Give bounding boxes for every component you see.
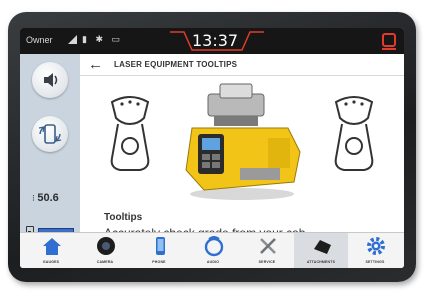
camera-icon (97, 237, 115, 255)
attachment-icon (314, 240, 331, 254)
nav-label-phone: PHONE (152, 260, 166, 264)
nav-item-phone[interactable]: PHONE (132, 233, 186, 268)
nav-item-camera[interactable]: CAMERA (78, 233, 132, 268)
laser-level-device-icon (185, 83, 301, 200)
brand-logo (382, 33, 396, 47)
tilt-icon: ⁝ (32, 193, 35, 203)
laser-receiver-right-icon (334, 96, 374, 171)
tooltip-heading: Tooltips (104, 212, 143, 223)
home-icon (43, 238, 61, 255)
rotate-screen-button[interactable] (32, 116, 68, 152)
rotate-device-icon (38, 124, 62, 144)
nav-label-camera: CAMERA (96, 260, 114, 264)
laser-illustration (110, 83, 374, 200)
nav-label-settings: SETTINGS (365, 260, 385, 264)
nav-label-gauges: GAUGES (42, 260, 60, 264)
status-bar: Owner ▮ ✱ ▭ 13:37 (20, 28, 404, 54)
nav-item-audio[interactable]: AUDIO (186, 233, 240, 268)
bottom-navigation: GAUGES CAMERA PHONE AUDIO SERVICE ATTACH… (20, 232, 404, 268)
page-title: LASER EQUIPMENT TOOLTIPS (114, 60, 238, 69)
signal-icon (68, 35, 77, 44)
back-arrow-icon[interactable]: ← (88, 56, 103, 73)
laser-receiver-left-icon (110, 96, 150, 171)
wrench-icon (260, 238, 276, 254)
nav-item-service[interactable]: SERVICE (240, 233, 294, 268)
phone-icon (156, 237, 165, 255)
speaker-icon (44, 73, 58, 87)
gear-icon (367, 237, 385, 255)
carrier-label: Owner (26, 35, 53, 45)
main-panel: ← LASER EQUIPMENT TOOLTIPS Tooltips (80, 54, 404, 256)
tilt-value: 50.6 (37, 192, 59, 204)
tilt-readout: ⁝ 50.6 (32, 192, 59, 204)
side-control-column: ⁝ 50.6 (20, 54, 80, 240)
nav-item-gauges[interactable]: GAUGES (24, 233, 78, 268)
nav-label-service: SERVICE (258, 260, 276, 264)
volume-button[interactable] (32, 62, 68, 98)
nav-item-settings[interactable]: SETTINGS (348, 233, 402, 268)
title-bar: ← LASER EQUIPMENT TOOLTIPS (80, 54, 404, 76)
nav-item-attachments[interactable]: ATTACHMENTS (294, 233, 348, 268)
connectivity-icons: ▮ ✱ ▭ (82, 34, 123, 44)
audio-icon (204, 236, 224, 257)
clock: 13:37 (192, 31, 239, 50)
nav-label-audio: AUDIO (206, 260, 220, 264)
nav-label-attachments: ATTACHMENTS (306, 260, 336, 264)
display-screen: Owner ▮ ✱ ▭ 13:37 ⁝ 50.6 ← LASER EQUIPME… (20, 28, 404, 268)
brand-logo-underline (382, 48, 396, 50)
